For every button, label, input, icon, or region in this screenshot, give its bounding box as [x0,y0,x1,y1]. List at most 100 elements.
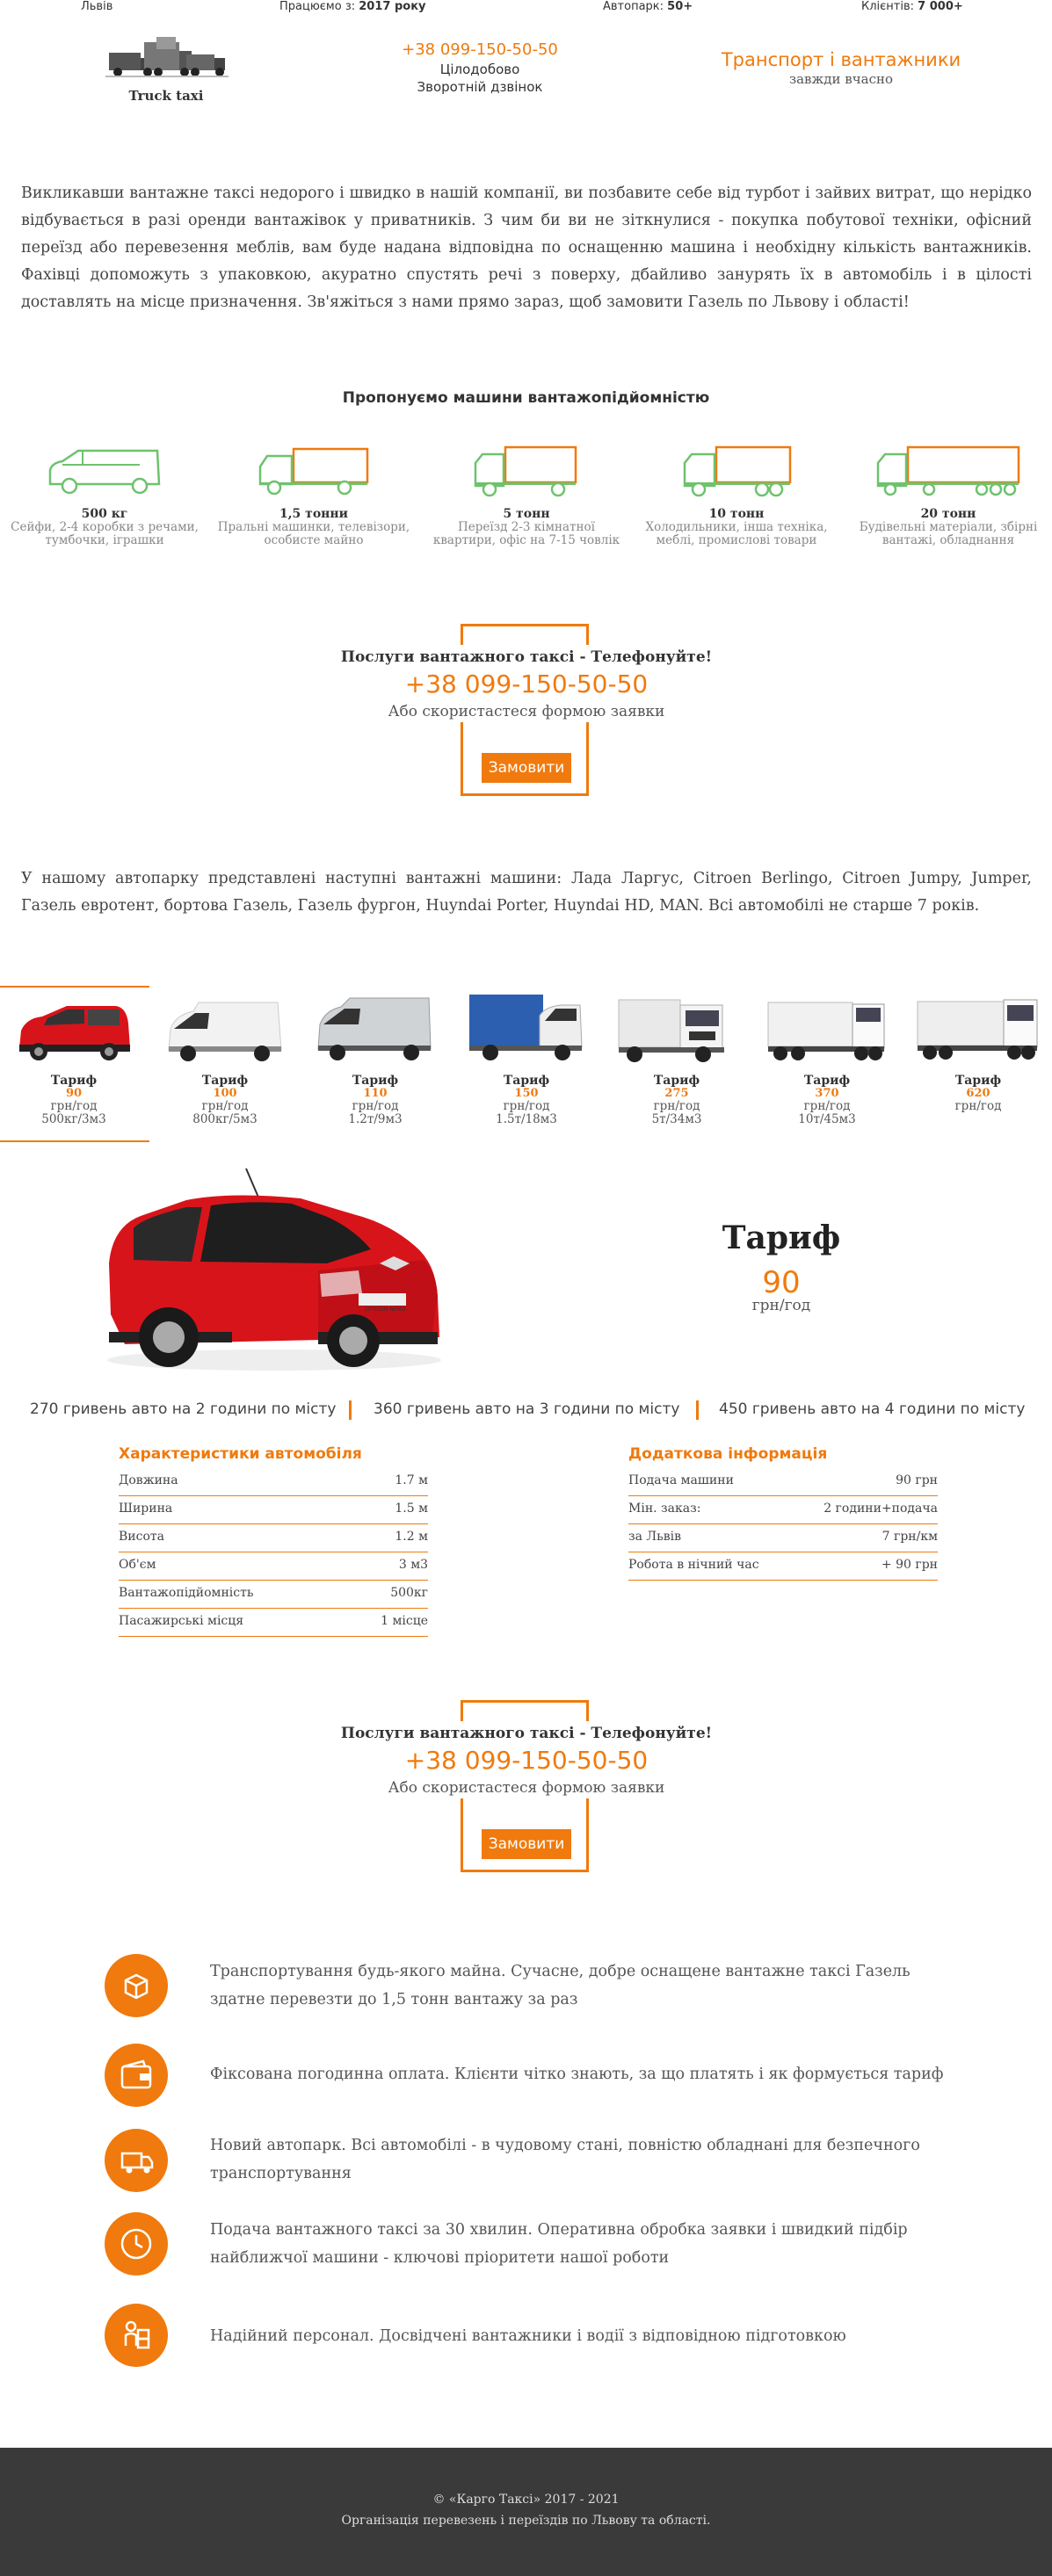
cta-subtitle: Або скористастеся формою заявки [388,1779,665,1797]
cta-title: Послуги вантажного таксі - Телефонуйте! [340,648,713,666]
cta-phone[interactable]: +38 099-150-50-50 [263,669,790,698]
logo-text: Truck taxi [128,88,204,104]
truck-1-5t-icon [257,444,371,501]
tariff-card[interactable]: Тариф 370 грн/год 10т/45м3 [761,1074,893,1126]
spec-row: Висота 1.2 м [119,1524,428,1552]
clock-icon [105,2212,168,2276]
extra-row: Мін. заказ: 2 години+подача [628,1496,938,1524]
specs-heading: Характеристики автомобіля [119,1445,362,1463]
tariff-card[interactable]: Тариф 620 грн/год [912,1074,1044,1113]
tariff-unit: грн/год [201,1099,249,1113]
tariff-price: 90 [65,1087,83,1100]
hours-option: 270 гривень авто на 2 години по місту [30,1400,337,1418]
header-hours: Цілодобово [439,62,520,77]
tariff-card[interactable]: Тариф 150 грн/год 1.5т/18м3 [461,1074,592,1126]
tariff-price: 150 [514,1087,539,1100]
capacity-name: 5 тонн [503,507,550,521]
car-thumb-semi-truck[interactable] [765,995,888,1069]
clients-count: Клієнтів: 7 000+ [861,0,963,13]
selected-tariff-title: Тариф [722,1219,841,1256]
truck-20t-icon [876,444,1021,501]
tariff-unit: грн/год [803,1099,851,1113]
car-thumb-white-van[interactable] [163,997,287,1067]
capacity-name: 10 тонн [708,507,765,521]
capacity-name: 1,5 тонни [279,507,349,521]
order-button[interactable]: Замовити [482,1829,571,1859]
city-label: Львів [81,0,113,13]
tariff-card[interactable]: Тариф 90 грн/год 500кг/3м3 [8,1074,140,1126]
tariff-price: 110 [363,1087,388,1100]
tariff-spec: 500кг/3м3 [41,1112,106,1126]
working-since: Працюємо з: 2017 року [279,0,426,13]
car-plate: CITROEN NEMO [364,1306,406,1313]
hours-option: 360 гривень авто на 3 години по місту [374,1400,680,1418]
capacity-desc: Сейфи, 2-4 коробки з речами, тумбочки, і… [11,520,199,547]
tariff-title: Тариф [50,1074,98,1088]
capacity-desc: Холодильники, інша техніка, меблі, проми… [645,520,828,547]
car-thumb-red-van[interactable] [12,997,135,1067]
tariff-title: Тариф [201,1074,249,1088]
capacity-desc: Будівельні матеріали, збірні вантажі, об… [859,520,1038,547]
hours-option: 450 гривень авто на 4 години по місту [719,1400,1026,1418]
feature-text: Подача вантажного таксі за 30 хвилин. Оп… [210,2221,908,2267]
capacity-item: 500 кг Сейфи, 2-4 коробки з речами, тумб… [8,507,201,547]
tariff-spec: 1.5т/18м3 [496,1112,557,1126]
footer-description: Організація перевезень і переїздів по Ль… [341,2514,711,2528]
capacity-desc: Переїзд 2-3 кімнатної квартири, офіс на … [432,520,620,547]
logo[interactable] [105,33,229,86]
feature-text: Фіксована погодинна оплата. Клієнти чітк… [210,2066,944,2083]
tariff-title: Тариф [653,1074,700,1088]
tariff-card[interactable]: Тариф 110 грн/год 1.2т/9м3 [309,1074,441,1126]
extra-table: Подача машини 90 грн Мін. заказ: 2 години+… [628,1468,938,1581]
tariff-price: 100 [213,1087,237,1100]
header-tagline: Транспорт і вантажники [721,49,961,70]
car-thumb-long-truck[interactable] [916,993,1039,1068]
logo-trucks-icon [105,37,229,77]
selected-tariff-price: 90 [762,1265,801,1300]
capacity-name: 500 кг [81,507,128,521]
feature-text: Надійний персонал. Досвідчені вантажники… [210,2327,846,2345]
fleet-count: Автопарк: 50+ [603,0,693,13]
loader-icon [105,2304,168,2367]
selected-tariff-top-line [0,986,149,988]
footer [0,2448,1052,2576]
spec-row: Вантажопідйомність 500кг [119,1581,428,1609]
spec-row: Об'єм 3 м3 [119,1552,428,1581]
tariff-card[interactable]: Тариф 275 грн/год 5т/34м3 [611,1074,743,1126]
extra-heading: Додаткова інформація [628,1445,828,1463]
specs-table: Довжина 1.7 м Ширина 1.5 м Висота 1.2 м Об'… [119,1468,428,1637]
car-thumb-blue-truck[interactable] [464,991,587,1068]
tariff-price: 275 [664,1087,689,1100]
spec-row: Ширина 1.5 м [119,1496,428,1524]
selected-tariff-bottom-line [0,1140,149,1142]
footer-copyright: © «Карго Таксі» 2017 - 2021 [432,2493,620,2507]
order-button[interactable]: Замовити [482,753,571,783]
selected-tariff-unit: грн/год [751,1297,811,1314]
capacity-name: 20 тонн [920,507,976,521]
tariff-unit: грн/год [954,1099,1002,1113]
hours-separator [696,1400,699,1420]
fleet-text: У нашому автопарку представлені наступні… [21,870,1032,915]
header-phone[interactable]: +38 099-150-50-50 [383,40,577,59]
car-thumb-white-truck[interactable] [615,993,738,1068]
extra-row: за Львів 7 грн/км [628,1524,938,1552]
capacity-item: 5 тонн Переїзд 2-3 кімнатної квартири, о… [430,507,623,547]
tariff-price: 370 [815,1087,839,1100]
cta-phone[interactable]: +38 099-150-50-50 [263,1746,790,1775]
capacity-item: 10 тонн Холодильники, інша техніка, мебл… [640,507,833,547]
capacity-item: 1,5 тонни Пральні машинки, телевізори, о… [217,507,410,547]
callback-link[interactable]: Зворотній дзвінок [383,79,577,95]
truck-5t-icon [474,444,579,501]
capacity-item: 20 тонн Будівельні матеріали, збірні ван… [852,507,1045,547]
tariff-unit: грн/год [653,1099,700,1113]
tariff-title: Тариф [954,1074,1002,1088]
tariff-title: Тариф [503,1074,550,1088]
car-thumb-grey-van[interactable] [313,993,436,1067]
tariff-unit: грн/год [503,1099,550,1113]
tariff-spec: 800кг/5м3 [192,1112,258,1126]
cta-subtitle: Або скористастеся формою заявки [388,703,665,720]
selected-car-image [98,1165,446,1374]
feature-text: Транспортування будь-якого майна. Сучасн… [210,1963,911,2008]
tariff-card[interactable]: Тариф 100 грн/год 800кг/5м3 [159,1074,291,1126]
capacity-desc: Пральні машинки, телевізори, особисте ма… [217,520,410,547]
